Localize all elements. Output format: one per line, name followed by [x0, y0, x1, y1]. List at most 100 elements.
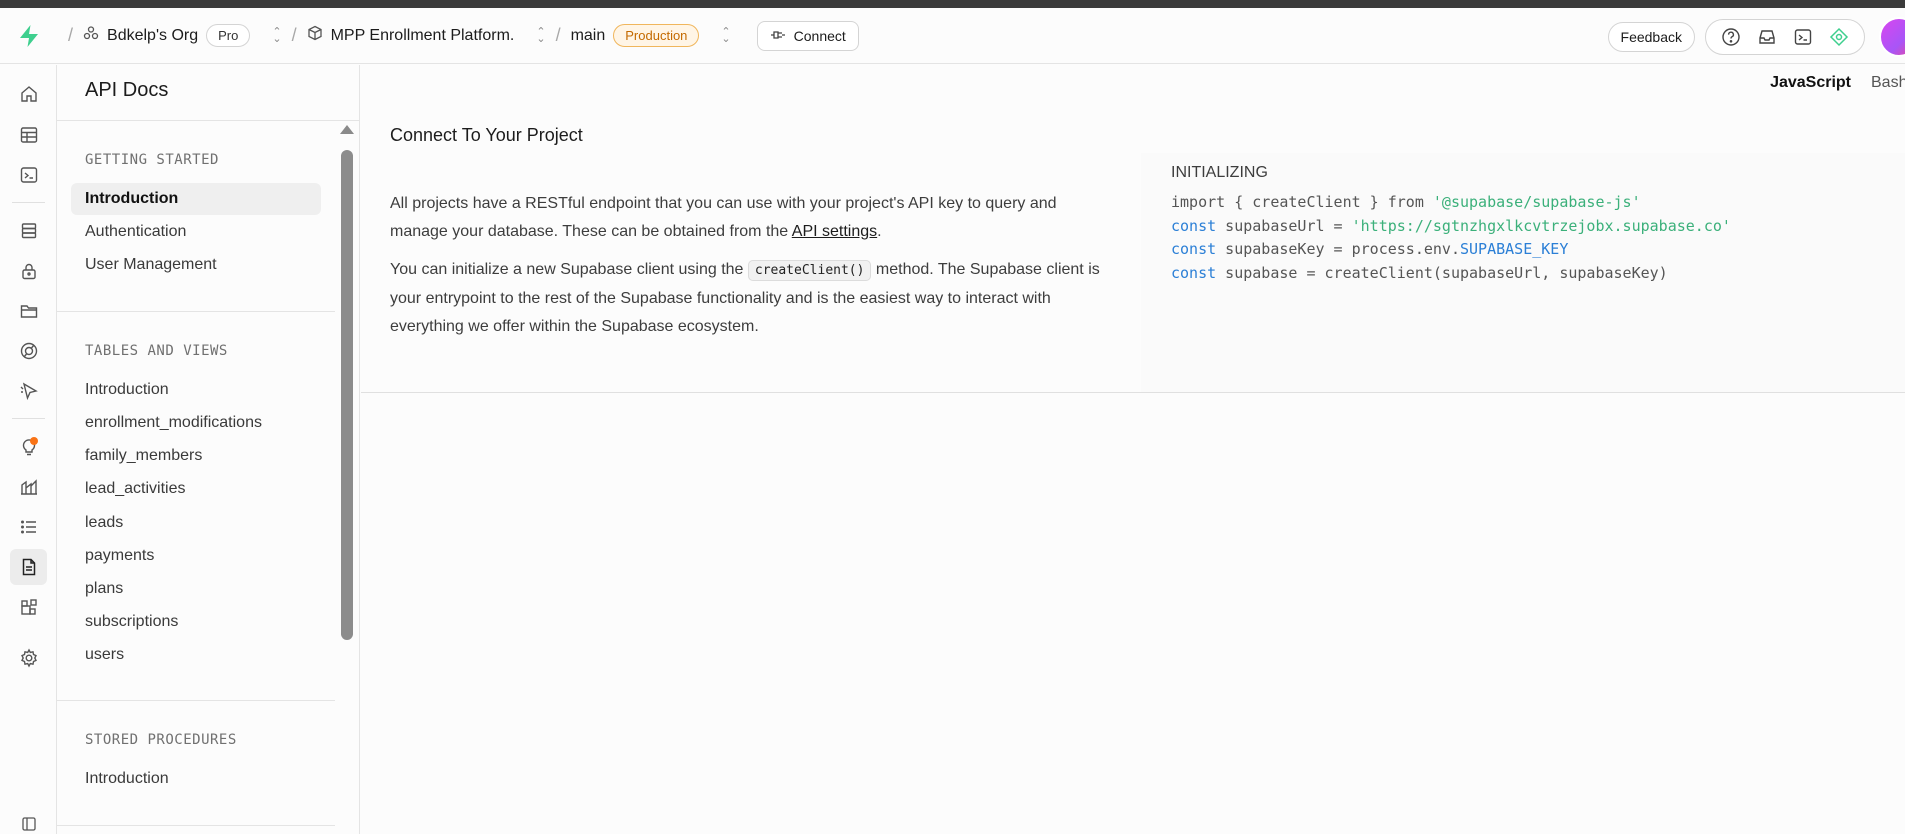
- code-line: const supabaseUrl = 'https://sgtnzhgxlkc…: [1171, 215, 1731, 239]
- integrations-icon[interactable]: [10, 589, 47, 625]
- sidebar-item-authentication[interactable]: Authentication: [71, 216, 321, 248]
- sidebar-scrollbar[interactable]: [341, 150, 353, 640]
- rail-divider: [12, 202, 45, 203]
- code-text: import { createClient } from: [1171, 193, 1433, 211]
- settings-gear-icon[interactable]: [10, 640, 47, 676]
- code-line: import { createClient } from '@supabase/…: [1171, 191, 1731, 215]
- icon-rail: [0, 65, 57, 834]
- sidebar-item-enrollment-modifications[interactable]: enrollment_modifications: [71, 407, 321, 439]
- client-text: You can initialize a new Supabase client…: [390, 261, 748, 278]
- code-line: const supabaseKey = process.env.SUPABASE…: [1171, 238, 1731, 262]
- intro-section: Connect To Your Project All projects hav…: [361, 65, 1905, 393]
- table-editor-icon[interactable]: [10, 117, 47, 153]
- chevron-updown-icon[interactable]: ⌃ ⌄: [721, 26, 730, 44]
- logs-list-icon[interactable]: [10, 509, 47, 545]
- sidebar-item-tables-introduction[interactable]: Introduction: [71, 374, 321, 406]
- scroll-up-arrow[interactable]: [340, 125, 354, 134]
- sidebar-item-lead-activities[interactable]: lead_activities: [71, 473, 321, 505]
- intro-paragraph: All projects have a RESTful endpoint tha…: [390, 190, 1110, 246]
- code-keyword: const: [1171, 263, 1217, 282]
- home-icon[interactable]: [10, 76, 47, 112]
- client-paragraph: You can initialize a new Supabase client…: [390, 256, 1110, 341]
- sidebar-item-payments[interactable]: payments: [71, 540, 321, 572]
- code-env-var: SUPABASE_KEY: [1460, 240, 1569, 258]
- reports-chart-icon[interactable]: [10, 469, 47, 505]
- sidebar-divider: [57, 311, 335, 312]
- branch-name: main: [570, 26, 606, 44]
- sidebar-item-family-members[interactable]: family_members: [71, 440, 321, 472]
- breadcrumb-separator: /: [291, 25, 297, 45]
- code-string: 'https://sgtnzhgxlkcvtrzejobx.supabase.c…: [1351, 216, 1731, 235]
- code-text: supabase = createClient(supabaseUrl, sup…: [1216, 263, 1668, 282]
- sidebar-item-leads[interactable]: leads: [71, 507, 321, 539]
- auth-lock-icon[interactable]: [10, 253, 47, 289]
- api-settings-link[interactable]: API settings: [792, 223, 877, 240]
- api-docs-icon[interactable]: [10, 549, 47, 585]
- code-string: '@supabase/supabase-js': [1432, 193, 1641, 211]
- intro-text-column: Connect To Your Project All projects hav…: [390, 125, 1110, 351]
- code-text: supabaseUrl =: [1216, 216, 1352, 235]
- code-line: const supabase = createClient(supabaseUr…: [1171, 262, 1731, 286]
- sidebar-title: API Docs: [85, 79, 169, 101]
- plan-badge: Pro: [206, 24, 251, 47]
- storage-icon[interactable]: [10, 293, 47, 329]
- connect-label: Connect: [793, 27, 846, 44]
- org-switcher[interactable]: Bdkelp's Org Pro ⌃ ⌄: [83, 24, 282, 47]
- section-heading-tables-and-views: TABLES AND VIEWS: [85, 343, 228, 359]
- sidebar-item-subscriptions[interactable]: subscriptions: [71, 606, 321, 638]
- code-keyword: const: [1171, 240, 1217, 258]
- intro-text-end: .: [877, 223, 882, 240]
- section-heading-stored-procedures: STORED PROCEDURES: [85, 732, 237, 748]
- realtime-icon[interactable]: [10, 333, 47, 369]
- tab-bash[interactable]: Bash: [1871, 74, 1905, 92]
- code-text: supabaseKey = process.env.: [1216, 240, 1460, 258]
- sidebar-item-users[interactable]: users: [71, 639, 321, 671]
- production-badge: Production: [613, 24, 700, 47]
- sidebar-item-plans[interactable]: plans: [71, 573, 321, 605]
- language-tabs: JavaScript Bash: [1770, 74, 1905, 92]
- toolbar-icons: [1705, 19, 1865, 55]
- terminal-icon[interactable]: [1786, 23, 1820, 51]
- code-block[interactable]: import { createClient } from '@supabase/…: [1171, 191, 1731, 285]
- top-right-actions: Feedback: [1607, 17, 1905, 57]
- project-box-icon: [307, 25, 323, 46]
- top-bar: / Bdkelp's Org Pro ⌃ ⌄ / MPP Enrollment P…: [0, 8, 1905, 64]
- code-keyword: const: [1171, 216, 1217, 235]
- section-heading-getting-started: GETTING STARTED: [85, 152, 219, 168]
- sidebar-item-procedures-introduction[interactable]: Introduction: [71, 763, 321, 795]
- feedback-button[interactable]: Feedback: [1607, 22, 1695, 52]
- connect-button[interactable]: Connect: [756, 20, 859, 51]
- sidebar-divider: [57, 700, 335, 701]
- page-title: Connect To Your Project: [390, 125, 583, 145]
- notification-dot: [30, 437, 38, 445]
- sidebar-divider: [57, 825, 335, 826]
- chevron-updown-icon[interactable]: ⌃ ⌄: [272, 26, 281, 44]
- feedback-label: Feedback: [1620, 29, 1682, 45]
- rail-divider: [12, 418, 45, 419]
- assistant-diamond-icon[interactable]: [1822, 23, 1856, 51]
- project-name: MPP Enrollment Platform.: [330, 26, 515, 44]
- sidebar-item-introduction[interactable]: Introduction: [71, 183, 321, 215]
- edge-functions-icon[interactable]: [10, 373, 47, 409]
- database-icon[interactable]: [10, 213, 47, 249]
- code-panel-title: INITIALIZING: [1171, 164, 1268, 181]
- inbox-icon[interactable]: [1750, 23, 1784, 51]
- breadcrumb-separator: /: [555, 25, 561, 45]
- avatar[interactable]: [1879, 17, 1905, 57]
- help-icon[interactable]: [1714, 23, 1748, 51]
- collapse-sidebar-icon[interactable]: [10, 806, 47, 834]
- window-top-strip: [0, 0, 1905, 8]
- project-switcher[interactable]: MPP Enrollment Platform. ⌃ ⌄: [307, 25, 546, 46]
- org-name: Bdkelp's Org: [107, 26, 199, 44]
- code-panel: INITIALIZING import { createClient } fro…: [1141, 153, 1905, 392]
- branch-switcher[interactable]: main Production ⌃ ⌄: [571, 24, 731, 47]
- sql-editor-icon[interactable]: [10, 157, 47, 193]
- supabase-logo-icon[interactable]: [0, 24, 58, 48]
- advisors-bulb-icon[interactable]: [10, 429, 47, 465]
- chevron-updown-icon[interactable]: ⌃ ⌄: [536, 26, 545, 44]
- tab-javascript[interactable]: JavaScript: [1770, 74, 1851, 92]
- sidebar-item-user-management[interactable]: User Management: [71, 249, 321, 281]
- breadcrumb-separator: /: [68, 25, 74, 45]
- api-docs-sidebar: API Docs GETTING STARTED Introduction Au…: [57, 65, 360, 834]
- sidebar-divider: [57, 120, 359, 121]
